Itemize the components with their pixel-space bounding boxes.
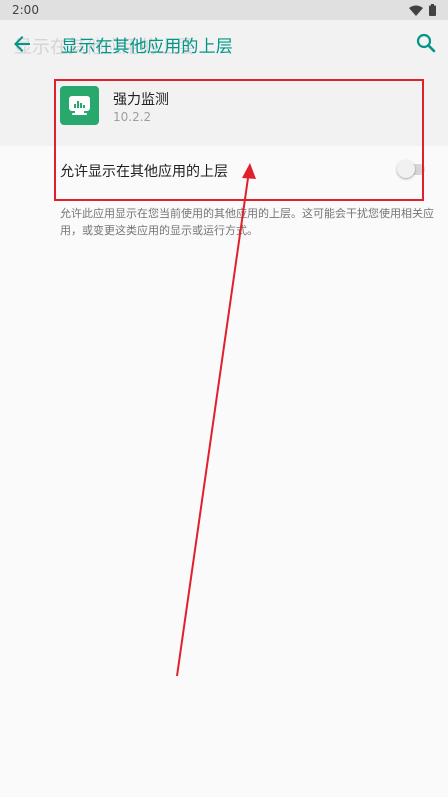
wifi-icon — [409, 5, 423, 16]
app-name: 强力监测 — [113, 92, 169, 108]
search-icon — [416, 33, 436, 53]
battery-icon — [429, 4, 436, 16]
allow-overlay-label: 允许显示在其他应用的上层 — [60, 164, 228, 180]
arrow-back-icon — [14, 36, 30, 52]
app-version: 10.2.2 — [113, 110, 152, 124]
setting-description: 允许此应用显示在您当前使用的其他应用的上层。这可能会干扰您使用相关应用，或变更这… — [60, 207, 434, 237]
page-title: 显示在其他应用的上层 — [61, 37, 233, 57]
status-time: 2:00 — [12, 3, 39, 17]
status-bar: 2:00 — [0, 0, 448, 20]
search-button[interactable] — [414, 31, 438, 55]
allow-overlay-toggle[interactable] — [397, 158, 427, 180]
toggle-thumb — [397, 160, 415, 178]
monitor-chart-icon — [69, 96, 90, 115]
status-icons — [409, 4, 436, 16]
back-button[interactable] — [10, 32, 34, 56]
toolbar: 显示在其他应用的上层 显示在其他应用的上层 — [0, 20, 448, 68]
allow-overlay-setting[interactable]: 允许显示在其他应用的上层 — [0, 146, 448, 200]
app-icon — [60, 86, 99, 125]
